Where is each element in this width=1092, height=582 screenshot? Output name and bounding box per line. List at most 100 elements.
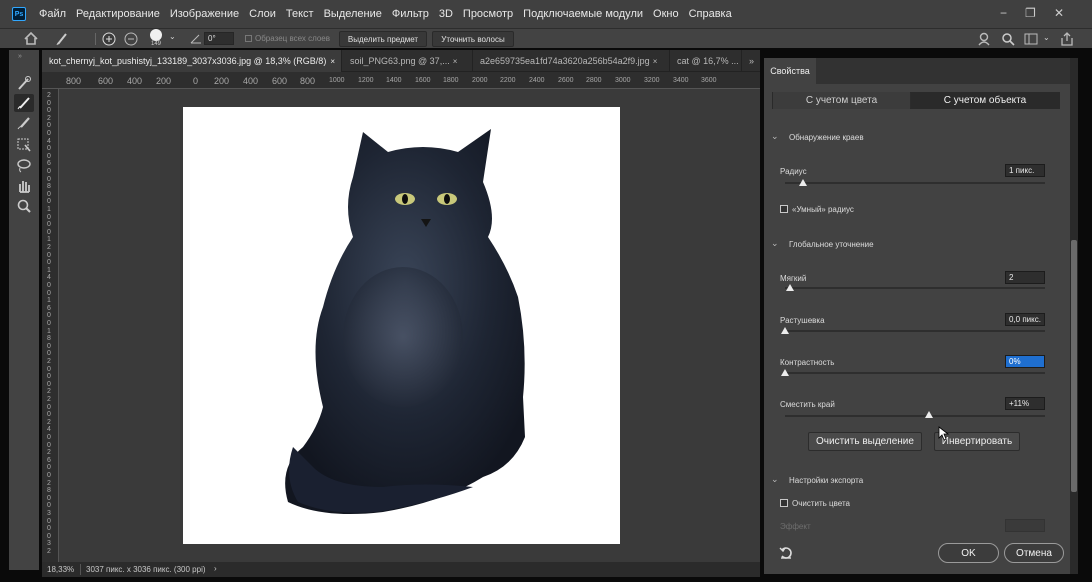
ruler-label: 1200 [358, 77, 374, 84]
zoom-tool-icon[interactable] [14, 197, 34, 215]
ruler-label: 2200 [500, 77, 516, 84]
menu-image[interactable]: Изображение [165, 8, 244, 20]
menu-filter[interactable]: Фильтр [387, 8, 434, 20]
ruler-label: 0 [47, 99, 51, 107]
contrast-slider[interactable] [785, 372, 1045, 374]
brush-size-icon[interactable] [150, 29, 162, 41]
shift-edge-label: Сместить край [780, 400, 835, 409]
ruler-label: 2 [47, 418, 51, 426]
home-icon[interactable] [24, 32, 38, 45]
ruler-label: 0 [47, 403, 51, 411]
cancel-button[interactable]: Отмена [1004, 543, 1064, 563]
smooth-slider-thumb[interactable] [786, 284, 795, 291]
decontaminate-checkbox[interactable] [780, 499, 788, 507]
brush-tool-icon[interactable] [14, 114, 34, 132]
ruler-label: 1800 [443, 77, 459, 84]
clear-selection-button[interactable]: Очистить выделение [808, 432, 922, 451]
ruler-label: 1 [47, 297, 51, 305]
menu-layers[interactable]: Слои [244, 8, 281, 20]
radius-slider-thumb[interactable] [799, 179, 808, 186]
tab-cat[interactable]: cat @ 16,7% ... [670, 50, 742, 72]
share-icon[interactable] [1060, 32, 1074, 46]
subtract-selection-icon[interactable] [124, 32, 138, 46]
status-menu-icon[interactable]: › [214, 564, 217, 573]
ruler-label: 0 [47, 380, 51, 388]
zoom-level[interactable]: 18,33% [47, 565, 74, 574]
feather-slider[interactable] [785, 330, 1045, 332]
radius-slider[interactable] [785, 182, 1045, 184]
feather-input[interactable]: 0,0 пикс. [1005, 313, 1045, 326]
ruler-label: 0 [47, 494, 51, 502]
select-subject-button[interactable]: Выделить предмет [339, 31, 427, 47]
tab-properties[interactable]: Свойства [764, 58, 816, 84]
contrast-slider-thumb[interactable] [781, 369, 789, 376]
menu-help[interactable]: Справка [684, 8, 737, 20]
menu-plugins[interactable]: Подключаемые модули [518, 8, 648, 20]
menu-view[interactable]: Просмотр [458, 8, 518, 20]
radius-input[interactable]: 1 пикс. [1005, 164, 1045, 177]
view-mode-object[interactable]: С учетом объекта [911, 92, 1059, 109]
chevron-down-icon[interactable]: ⌄ [771, 238, 779, 249]
account-icon[interactable] [978, 32, 992, 46]
vertical-ruler: 2002004006008001000120014001600180020002… [42, 89, 59, 562]
menu-type[interactable]: Текст [281, 8, 319, 20]
tabs-overflow-icon[interactable]: » [742, 50, 760, 72]
object-select-tool-icon[interactable] [14, 136, 34, 154]
view-mode-color[interactable]: С учетом цвета [773, 92, 910, 109]
smooth-slider[interactable] [785, 287, 1045, 289]
menu-file[interactable]: Файл [34, 8, 71, 20]
minimize-icon[interactable]: − [1000, 6, 1007, 20]
tab-kot-chernyj[interactable]: kot_chernyj_kot_pushistyj_133189_3037x30… [42, 50, 342, 72]
tab-close-icon[interactable]: × [453, 57, 458, 66]
contrast-input[interactable]: 0% [1005, 355, 1045, 368]
scrollbar-thumb[interactable] [1071, 240, 1077, 492]
shift-edge-input[interactable]: +11% [1005, 397, 1045, 410]
quick-select-tool-icon[interactable] [14, 74, 34, 92]
hand-tool-icon[interactable] [14, 177, 34, 195]
ruler-label: 4 [47, 274, 51, 282]
chevron-down-icon[interactable]: ⌄ [169, 32, 176, 41]
workspace-icon[interactable] [1024, 33, 1038, 45]
angle-input[interactable]: 0° [204, 32, 234, 45]
chevron-down-icon[interactable]: ⌄ [771, 474, 779, 485]
ruler-label: 0 [47, 502, 51, 510]
tab-close-icon[interactable]: × [653, 57, 658, 66]
chevron-down-icon[interactable]: ⌄ [771, 131, 779, 142]
close-icon[interactable]: ✕ [1054, 6, 1064, 20]
menu-window[interactable]: Окно [648, 8, 684, 20]
ruler-label: 4 [47, 426, 51, 434]
shift-edge-slider[interactable] [785, 415, 1045, 417]
collapse-icon[interactable]: » [18, 53, 22, 60]
smooth-input[interactable]: 2 [1005, 271, 1045, 284]
section-global-refinements[interactable]: Глобальное уточнение [789, 240, 874, 249]
quick-select-icon[interactable] [55, 31, 71, 46]
ruler-label: 600 [272, 76, 288, 86]
section-edge-detection[interactable]: Обнаружение краев [789, 133, 864, 142]
options-bar: 149 ⌄ 0° Образец всех слоев Выделить пре… [0, 28, 1092, 48]
ruler-label: 0 [47, 122, 51, 130]
menu-3d[interactable]: 3D [434, 8, 458, 20]
add-selection-icon[interactable] [102, 32, 116, 46]
sample-all-checkbox[interactable] [245, 35, 252, 42]
refine-hair-button[interactable]: Уточнить волосы [432, 31, 514, 47]
tab-soil[interactable]: soil_PNG63.png @ 37,... × [343, 50, 473, 72]
ruler-label: 0 [47, 168, 51, 175]
search-icon[interactable] [1001, 32, 1015, 46]
reset-icon[interactable] [779, 546, 793, 560]
ruler-label: 0 [47, 472, 51, 479]
feather-slider-thumb[interactable] [781, 327, 789, 334]
workspace-chevron-icon[interactable]: ⌄ [1043, 33, 1050, 42]
shift-edge-slider-thumb[interactable] [925, 411, 934, 418]
refine-brush-tool-icon[interactable] [14, 94, 34, 112]
section-output-settings[interactable]: Настройки экспорта [789, 476, 863, 485]
tab-a2e659[interactable]: a2e659735ea1fd74a3620a256b54a2f9.jpg × [473, 50, 670, 72]
ok-button[interactable]: OK [938, 543, 999, 563]
document-canvas[interactable] [183, 107, 620, 544]
menu-edit[interactable]: Редактирование [71, 8, 165, 20]
tab-close-icon[interactable]: × [330, 57, 335, 66]
lasso-tool-icon[interactable] [14, 157, 34, 175]
menu-bar: Ps Файл Редактирование Изображение Слои … [0, 0, 1092, 28]
restore-icon[interactable]: ❐ [1025, 6, 1036, 20]
menu-select[interactable]: Выделение [319, 8, 387, 20]
smart-radius-checkbox[interactable] [780, 205, 788, 213]
